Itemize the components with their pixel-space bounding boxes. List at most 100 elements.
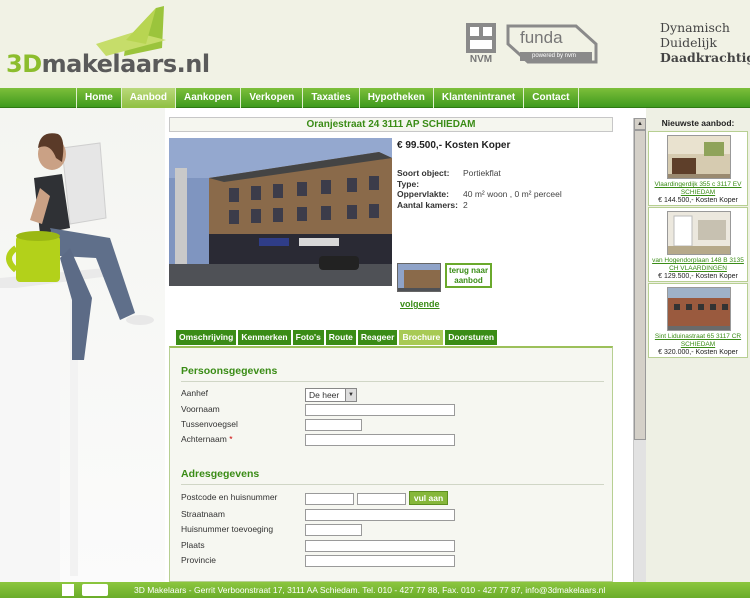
footer-nvm-icon[interactable] <box>62 584 74 596</box>
tab-brochure[interactable]: Brochure <box>399 330 444 345</box>
section-divider <box>181 381 604 382</box>
tab-reageer[interactable]: Reageer <box>357 330 398 345</box>
achternaam-field[interactable] <box>305 434 455 446</box>
sidebar-title: Nieuwste aanbod: <box>661 118 735 128</box>
listing-photo[interactable] <box>667 287 731 331</box>
nav-klantenintranet[interactable]: Klantenintranet <box>432 88 523 108</box>
brochure-form: Persoonsgegevens Aanhef De heer ▼ Voorna… <box>169 346 613 582</box>
spec-label: Type: <box>397 178 420 189</box>
listing-address-link[interactable]: van Hogendorplaan 148 B 3135 CH VLAARDIN… <box>649 257 747 273</box>
required-mark: * <box>229 434 233 444</box>
main-navigation: Home Aanbod Aankopen Verkopen Taxaties H… <box>0 88 750 108</box>
listing-card[interactable]: Vlaardingerdijk 355 c 3117 EV SCHIEDAM €… <box>648 131 748 206</box>
tab-route[interactable]: Route <box>325 330 356 345</box>
tab-kenmerken[interactable]: Kenmerken <box>238 330 291 345</box>
nvm-label: NVM <box>469 54 493 65</box>
postcode-field[interactable] <box>305 493 354 505</box>
spec-row: Oppervlakte: 40 m² woon , 0 m² perceel <box>397 189 562 200</box>
listing-photo[interactable] <box>667 211 731 255</box>
section-divider <box>181 484 604 485</box>
nav-contact[interactable]: Contact <box>523 88 579 108</box>
tagline-line-1: Dynamisch <box>660 20 730 35</box>
huisnummer-toevoeging-label: Huisnummer toevoeging <box>181 524 274 534</box>
interior-photo-image <box>668 212 730 254</box>
huisnummer-toevoeging-field[interactable] <box>305 524 362 536</box>
nav-taxaties[interactable]: Taxaties <box>302 88 358 108</box>
interior-photo-image <box>668 136 730 178</box>
spec-label: Oppervlakte: <box>397 189 449 199</box>
site-logo[interactable]: 3Dmakelaars.nl <box>6 4 210 78</box>
property-thumbnail[interactable] <box>397 263 441 292</box>
funda-label: funda <box>520 28 563 47</box>
nvm-logo[interactable]: NVM <box>465 22 499 66</box>
huisnummer-field[interactable] <box>357 493 406 505</box>
footer-funda-icon[interactable] <box>82 584 108 596</box>
straatnaam-field[interactable] <box>305 509 455 521</box>
nav-aanbod[interactable]: Aanbod <box>120 88 176 108</box>
listing-card[interactable]: van Hogendorplaan 148 B 3135 CH VLAARDIN… <box>648 207 748 282</box>
listing-address-link[interactable]: Vlaardingerdijk 355 c 3117 EV SCHIEDAM <box>649 181 747 197</box>
listing-price: € 320.000,- Kosten Koper <box>658 349 738 356</box>
aanhef-label: Aanhef <box>181 388 208 398</box>
provincie-label: Provincie <box>181 555 216 565</box>
listing-price: € 129.500,- Kosten Koper <box>658 273 738 280</box>
logo-text: 3Dmakelaars.nl <box>6 50 210 78</box>
spec-value: Portiekflat <box>463 168 501 178</box>
achternaam-label-text: Achternaam <box>181 434 227 444</box>
spec-label: Aantal kamers: <box>397 199 458 210</box>
scroll-up-arrow-icon[interactable]: ▲ <box>634 118 646 130</box>
hero-image <box>0 108 165 582</box>
scroll-thumb[interactable] <box>634 130 646 440</box>
back-to-listings-button[interactable]: terug naar aanbod <box>445 263 492 288</box>
vul-aan-button[interactable]: vul aan <box>409 491 448 505</box>
property-price: € 99.500,- Kosten Koper <box>397 140 511 151</box>
voornaam-field[interactable] <box>305 404 455 416</box>
spec-value: 40 m² woon , 0 m² perceel <box>463 189 562 199</box>
tab-omschrijving[interactable]: Omschrijving <box>176 330 237 345</box>
tagline-line-2: Duidelijk <box>660 35 717 50</box>
newest-listings-sidebar: Nieuwste aanbod: Vlaardingerdijk 355 c 3… <box>646 108 750 582</box>
funda-logo[interactable]: funda powered by nvm <box>506 22 598 66</box>
tab-doorsturen[interactable]: Doorsturen <box>445 330 498 345</box>
property-address: Oranjestraat 24 3111 AP SCHIEDAM <box>169 117 613 132</box>
postcode-label: Postcode en huisnummer <box>181 492 278 502</box>
building-photo-image <box>668 288 730 330</box>
listing-address-link[interactable]: Sint Liduinastraat 65 3117 CR SCHIEDAM <box>649 333 747 349</box>
tussenvoegsel-field[interactable] <box>305 419 362 431</box>
section-title-persoonsgegevens: Persoonsgegevens <box>181 365 278 377</box>
tagline: Dynamisch Duidelijk Daadkrachtig <box>660 20 750 65</box>
spec-value: 2 <box>463 199 468 210</box>
tussenvoegsel-label: Tussenvoegsel <box>181 419 238 429</box>
nav-home[interactable]: Home <box>76 88 121 108</box>
aanhef-select[interactable]: De heer ▼ <box>305 388 357 402</box>
thumbnail-image <box>398 264 440 291</box>
listing-card[interactable]: Sint Liduinastraat 65 3117 CR SCHIEDAM €… <box>648 283 748 358</box>
nav-hypotheken[interactable]: Hypotheken <box>358 88 433 108</box>
listing-price: € 144.500,- Kosten Koper <box>658 197 738 204</box>
achternaam-label: Achternaam * <box>181 434 233 444</box>
spec-row: Soort object: Portiekflat <box>397 168 562 179</box>
property-photo[interactable] <box>169 138 392 286</box>
spec-row: Aantal kamers: 2 <box>397 200 562 211</box>
tab-fotos[interactable]: Foto's <box>292 330 324 345</box>
aanhef-selected-value: De heer <box>309 390 340 400</box>
straatnaam-label: Straatnaam <box>181 509 225 519</box>
building-photo-image <box>169 138 392 286</box>
nav-verkopen[interactable]: Verkopen <box>240 88 302 108</box>
next-property-link[interactable]: volgende <box>400 299 440 309</box>
property-tabs: Omschrijving Kenmerken Foto's Route Reag… <box>176 330 499 345</box>
footer-contact-text: 3D Makelaars - Gerrit Verboonstraat 17, … <box>134 585 606 595</box>
vertical-scrollbar[interactable]: ▲ <box>633 118 646 582</box>
voornaam-label: Voornaam <box>181 404 220 414</box>
woman-with-newspaper-illustration <box>0 133 154 582</box>
listing-photo[interactable] <box>667 135 731 179</box>
provincie-field[interactable] <box>305 555 455 567</box>
property-detail: Oranjestraat 24 3111 AP SCHIEDAM € 99.50… <box>168 108 614 582</box>
plaats-label: Plaats <box>181 540 205 550</box>
nav-aankopen[interactable]: Aankopen <box>175 88 240 108</box>
funda-sublabel: powered by nvm <box>532 53 577 59</box>
plaats-field[interactable] <box>305 540 455 552</box>
chevron-down-icon: ▼ <box>345 389 356 401</box>
spec-row: Type: <box>397 179 562 190</box>
spec-label: Soort object: <box>397 168 450 178</box>
